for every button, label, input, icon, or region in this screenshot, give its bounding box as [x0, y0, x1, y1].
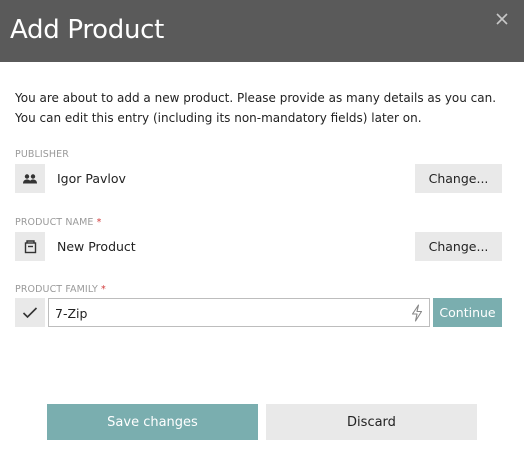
- product-name-label: PRODUCT NAME *: [15, 217, 102, 228]
- required-mark: *: [96, 217, 102, 228]
- intro-line-2: You can edit this entry (including its n…: [15, 111, 422, 125]
- product-family-label: PRODUCT FAMILY *: [15, 284, 106, 295]
- publisher-value: Igor Pavlov: [57, 171, 126, 186]
- publisher-label-text: PUBLISHER: [15, 149, 69, 160]
- publisher-label: PUBLISHER: [15, 149, 69, 160]
- dialog-header: Add Product: [0, 0, 524, 62]
- product-family-field[interactable]: [48, 298, 430, 327]
- intro-line-1: You are about to add a new product. Plea…: [15, 91, 497, 105]
- product-name-change-button[interactable]: Change...: [415, 232, 502, 261]
- checkmark-icon: [15, 298, 45, 327]
- product-family-input[interactable]: [55, 303, 395, 323]
- publisher-change-button[interactable]: Change...: [415, 164, 502, 193]
- save-changes-button[interactable]: Save changes: [47, 404, 258, 440]
- close-icon[interactable]: [491, 8, 513, 30]
- lightning-icon[interactable]: [409, 304, 425, 322]
- intro-text: You are about to add a new product. Plea…: [15, 88, 515, 128]
- discard-button[interactable]: Discard: [266, 404, 477, 440]
- product-name-label-text: PRODUCT NAME: [15, 217, 94, 228]
- required-mark: *: [100, 284, 106, 295]
- dialog-title: Add Product: [10, 15, 165, 45]
- product-family-label-text: PRODUCT FAMILY: [15, 284, 98, 295]
- product-box-icon: [15, 232, 45, 261]
- continue-button[interactable]: Continue: [433, 298, 502, 327]
- product-name-value: New Product: [57, 239, 136, 254]
- users-icon: [15, 164, 45, 193]
